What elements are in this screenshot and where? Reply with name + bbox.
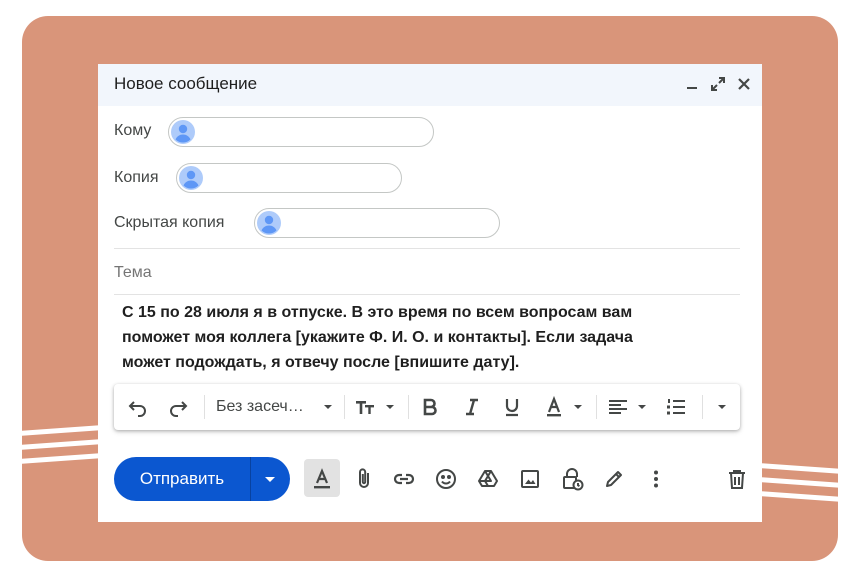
insert-link-icon[interactable] xyxy=(392,467,416,491)
italic-icon[interactable] xyxy=(460,395,484,419)
decorative-stripe xyxy=(755,462,838,475)
chevron-down-icon[interactable] xyxy=(316,395,340,419)
message-body[interactable]: С 15 по 28 июля я в отпуске. В это время… xyxy=(122,300,732,375)
body-line: поможет моя коллега [укажите Ф. И. О. и … xyxy=(122,329,633,346)
send-options-chevron-icon[interactable] xyxy=(251,457,290,501)
toolbar-separator xyxy=(596,395,597,419)
close-icon[interactable] xyxy=(734,74,754,94)
minimize-icon[interactable] xyxy=(682,74,702,94)
avatar-icon xyxy=(179,166,203,190)
numbered-list-icon[interactable] xyxy=(664,395,688,419)
subject-divider xyxy=(114,294,740,295)
compose-title: Новое сообщение xyxy=(114,74,258,93)
toolbar-separator xyxy=(702,395,703,419)
body-line: может подождать, я отвечу после [впишите… xyxy=(122,354,520,371)
to-recipient-chip[interactable] xyxy=(168,117,434,147)
insert-photo-icon[interactable] xyxy=(518,467,542,491)
delete-icon[interactable] xyxy=(725,467,749,491)
decorative-stripe xyxy=(22,453,105,464)
more-options-icon[interactable] xyxy=(644,467,668,491)
send-button[interactable]: Отправить xyxy=(114,457,290,501)
formatting-options-icon[interactable] xyxy=(310,467,334,491)
decorative-stripe xyxy=(22,425,105,436)
to-label: Кому xyxy=(114,122,152,139)
undo-icon[interactable] xyxy=(126,395,150,419)
header-divider xyxy=(114,248,740,249)
avatar-icon xyxy=(171,120,195,144)
compose-window: Новое сообщение Кому Копия Скрытая копия xyxy=(98,64,762,522)
decorative-stripe xyxy=(755,490,838,503)
google-drive-icon[interactable] xyxy=(476,467,500,491)
subject-input[interactable]: Тема xyxy=(114,264,152,282)
font-size-icon[interactable] xyxy=(354,395,378,419)
more-options-chevron-icon[interactable] xyxy=(710,395,734,419)
chevron-down-icon[interactable] xyxy=(630,395,654,419)
toolbar-separator xyxy=(344,395,345,419)
toolbar-separator xyxy=(204,395,205,419)
expand-icon[interactable] xyxy=(708,74,728,94)
body-line: С 15 по 28 июля я в отпуске. В это время… xyxy=(122,304,633,321)
bcc-recipient-chip[interactable] xyxy=(254,208,500,238)
compose-titlebar: Новое сообщение xyxy=(98,64,762,106)
chevron-down-icon[interactable] xyxy=(566,395,590,419)
confidential-mode-icon[interactable] xyxy=(560,467,584,491)
bold-icon[interactable] xyxy=(418,395,442,419)
underline-icon[interactable] xyxy=(500,395,524,419)
signature-pen-icon[interactable] xyxy=(602,467,626,491)
formatting-toolbar: Без засеч… xyxy=(114,384,740,430)
attach-file-icon[interactable] xyxy=(352,467,376,491)
font-family-select[interactable]: Без засеч… xyxy=(216,398,304,416)
align-left-icon[interactable] xyxy=(606,395,630,419)
bcc-label: Скрытая копия xyxy=(114,214,225,231)
send-button-label: Отправить xyxy=(139,469,225,488)
redo-icon[interactable] xyxy=(166,395,190,419)
emoji-icon[interactable] xyxy=(434,467,458,491)
toolbar-separator xyxy=(408,395,409,419)
chevron-down-icon[interactable] xyxy=(378,395,402,419)
text-color-icon[interactable] xyxy=(542,395,566,419)
decorative-stripe xyxy=(755,476,838,489)
avatar-icon xyxy=(257,211,281,235)
cc-recipient-chip[interactable] xyxy=(176,163,402,193)
decorative-stripe xyxy=(22,439,105,450)
cc-label: Копия xyxy=(114,169,159,186)
